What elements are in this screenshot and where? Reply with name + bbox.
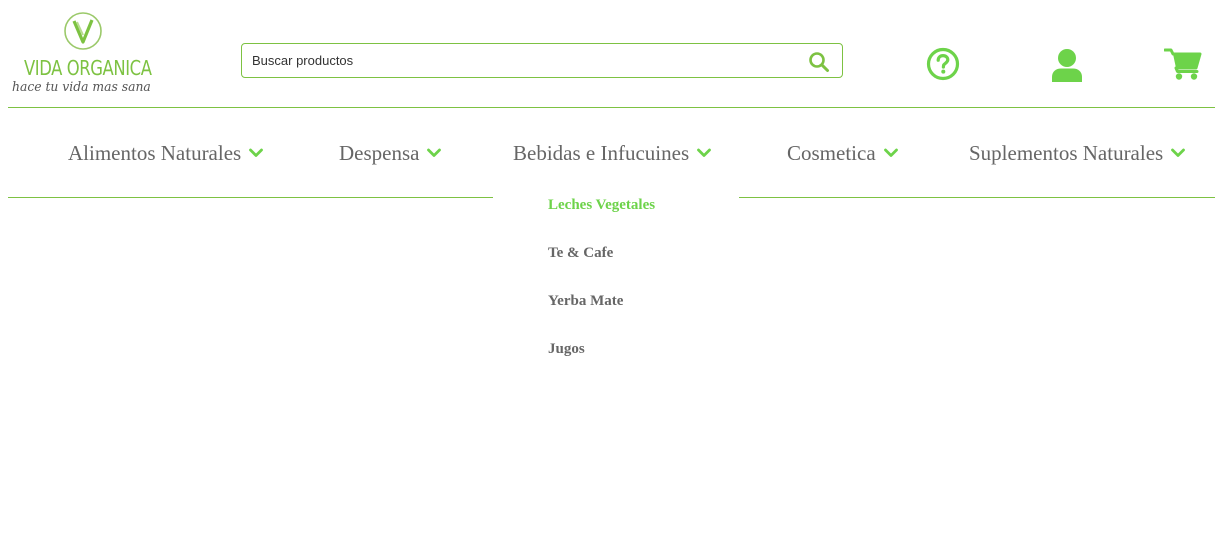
dropdown-item-yerba-mate[interactable]: Yerba Mate bbox=[548, 290, 728, 338]
nav-divider bbox=[739, 197, 1215, 198]
nav-item-label: Bebidas e Infucuines bbox=[513, 140, 690, 165]
nav-item-suplementos-naturales[interactable]: Suplementos Naturales bbox=[969, 138, 1186, 168]
nav-item-alimentos-naturales[interactable]: Alimentos Naturales bbox=[68, 138, 264, 168]
dropdown-item-leches-vegetales[interactable]: Leches Vegetales bbox=[548, 194, 728, 242]
chevron-down-icon bbox=[697, 148, 712, 157]
nav-item-despensa[interactable]: Despensa bbox=[339, 138, 442, 168]
nav-item-bebidas-e-infucuines[interactable]: Bebidas e Infucuines bbox=[513, 138, 712, 168]
nav-item-label: Despensa bbox=[339, 140, 420, 165]
chevron-down-icon bbox=[883, 148, 898, 157]
logo-leaf-icon bbox=[64, 12, 102, 50]
nav-item-label: Cosmetica bbox=[787, 140, 876, 165]
nav-item-cosmetica[interactable]: Cosmetica bbox=[787, 138, 898, 168]
help-icon[interactable] bbox=[926, 47, 960, 81]
nav-item-label: Suplementos Naturales bbox=[969, 140, 1164, 165]
chevron-down-icon bbox=[249, 148, 264, 157]
brand-name: VIDA ORGANICA bbox=[24, 56, 152, 80]
site-logo[interactable]: VIDA ORGANICA hace tu vida mas sana bbox=[8, 8, 158, 100]
dropdown-item-jugos[interactable]: Jugos bbox=[548, 338, 728, 386]
search-input[interactable] bbox=[252, 44, 792, 77]
chevron-down-icon bbox=[427, 148, 442, 157]
cart-icon[interactable] bbox=[1164, 47, 1202, 81]
header-divider bbox=[8, 107, 1215, 108]
dropdown-menu-bebidas: Leches Vegetales Te & Cafe Yerba Mate Ju… bbox=[548, 194, 728, 386]
nav-divider bbox=[8, 197, 493, 198]
dropdown-item-te-cafe[interactable]: Te & Cafe bbox=[548, 242, 728, 290]
search-icon[interactable] bbox=[808, 51, 830, 73]
user-icon[interactable] bbox=[1051, 48, 1083, 82]
search-bar bbox=[241, 43, 843, 78]
chevron-down-icon bbox=[1171, 148, 1186, 157]
brand-tagline: hace tu vida mas sana bbox=[12, 80, 151, 95]
nav-item-label: Alimentos Naturales bbox=[68, 140, 242, 165]
